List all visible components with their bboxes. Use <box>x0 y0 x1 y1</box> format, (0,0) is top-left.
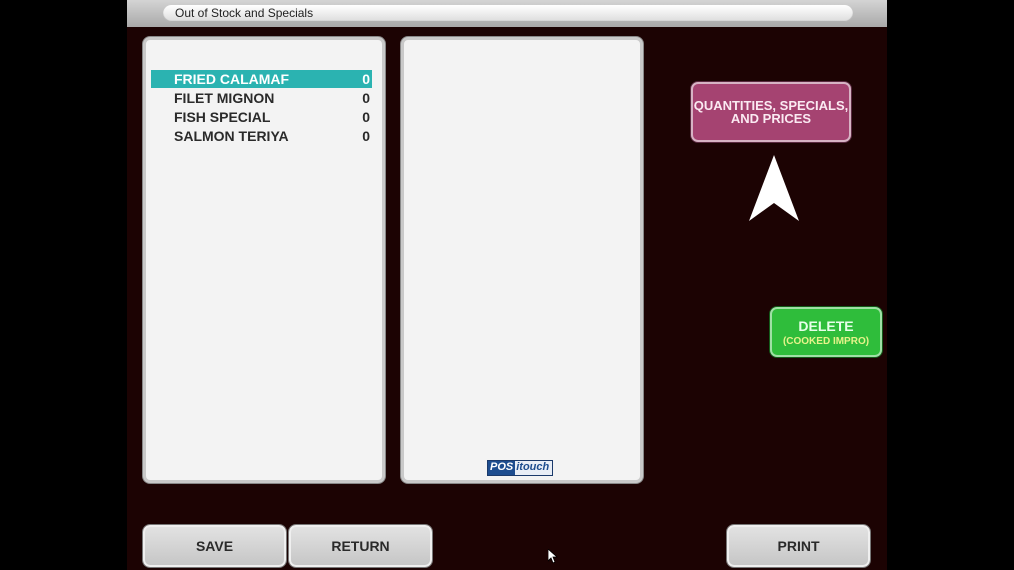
list-item[interactable]: SALMON TERIYA 0 <box>151 127 372 145</box>
item-quantity: 0 <box>362 128 370 144</box>
list-item[interactable]: FRIED CALAMAF 0 <box>151 70 372 88</box>
quantities-specials-prices-button[interactable]: QUANTITIES, SPECIALS, AND PRICES <box>691 82 851 142</box>
item-list-panel: FRIED CALAMAF 0 FILET MIGNON 0 FISH SPEC… <box>143 37 385 483</box>
positouch-logo: POS itouch <box>487 460 554 476</box>
logo-right: itouch <box>515 461 553 475</box>
list-item[interactable]: FILET MIGNON 0 <box>151 89 372 107</box>
window-title: Out of Stock and Specials <box>175 6 314 20</box>
item-name: FRIED CALAMAF <box>174 71 289 87</box>
item-quantity: 0 <box>362 109 370 125</box>
delete-label: DELETE <box>798 317 854 334</box>
item-quantity: 0 <box>362 71 370 87</box>
logo-left: POS <box>488 461 516 475</box>
item-name: FILET MIGNON <box>174 90 275 106</box>
delete-sublabel: (COOKED IMPRO) <box>782 335 870 347</box>
title-bar: Out of Stock and Specials <box>127 0 887 27</box>
up-arrow-icon <box>749 155 799 221</box>
item-quantity: 0 <box>362 90 370 106</box>
delete-button[interactable]: DELETE (COOKED IMPRO) <box>770 307 882 357</box>
item-name: SALMON TERIYA <box>174 128 289 144</box>
item-name: FISH SPECIAL <box>174 109 271 125</box>
save-button[interactable]: SAVE <box>143 525 286 567</box>
return-button[interactable]: RETURN <box>289 525 432 567</box>
title-field: Out of Stock and Specials <box>163 5 853 22</box>
pos-screen: Out of Stock and Specials FRIED CALAMAF … <box>127 0 887 570</box>
detail-panel: POS itouch <box>401 37 643 483</box>
mouse-cursor-icon <box>548 549 558 563</box>
list-item[interactable]: FISH SPECIAL 0 <box>151 108 372 126</box>
print-button[interactable]: PRINT <box>727 525 870 567</box>
